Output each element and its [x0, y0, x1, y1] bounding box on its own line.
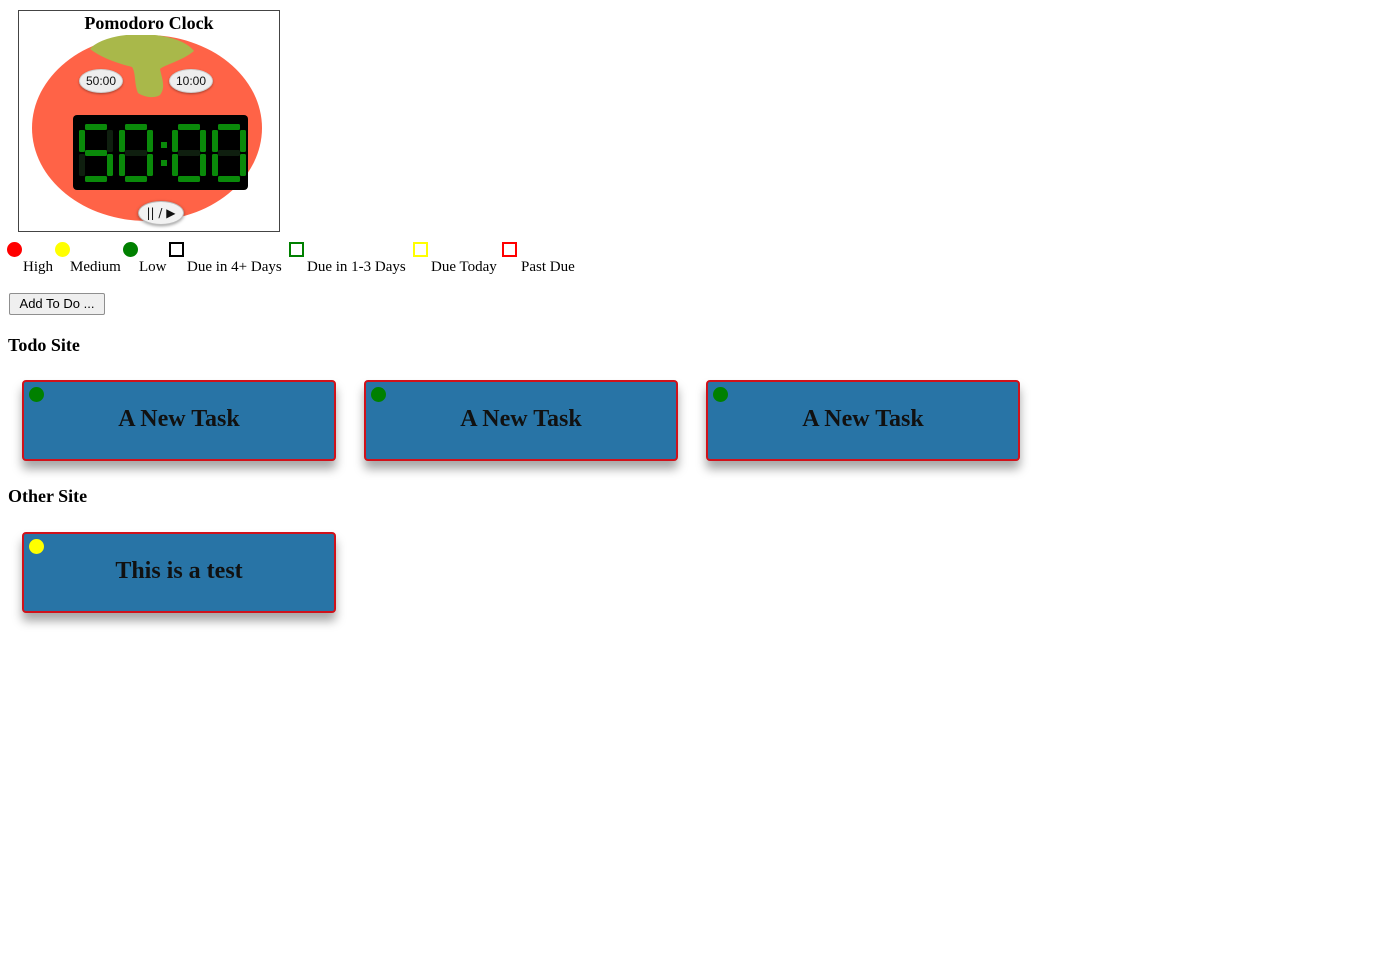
colon-dot: [161, 142, 167, 148]
digit-segment: [107, 154, 113, 176]
task-card[interactable]: A New Task: [364, 380, 678, 461]
digit-segment: [172, 130, 178, 152]
digit-segment: [218, 176, 240, 182]
digit-segment: [200, 154, 206, 176]
legend-label: Low: [139, 259, 167, 275]
legend-label: Medium: [70, 259, 121, 275]
digit-segment: [218, 124, 240, 130]
task-title: A New Task: [460, 406, 582, 432]
due-4plus-square-icon: [169, 242, 184, 257]
digit-segment: [119, 154, 125, 176]
low-priority-dot-icon: [123, 242, 138, 257]
legend-label: Due in 1-3 Days: [307, 259, 406, 275]
digit-segment: [178, 150, 200, 156]
play-pause-button[interactable]: || / ▶: [138, 201, 184, 225]
digit-segment: [212, 130, 218, 152]
digit-segment: [85, 150, 107, 156]
timer-display: [73, 115, 248, 190]
digit-segment: [85, 124, 107, 130]
high-priority-dot-icon: [7, 242, 22, 257]
task-card[interactable]: A New Task: [706, 380, 1020, 461]
digit-segment: [147, 130, 153, 152]
digit-segment: [119, 130, 125, 152]
task-card[interactable]: This is a test: [22, 532, 336, 613]
priority-dot-icon: [29, 539, 44, 554]
digit-segment: [85, 176, 107, 182]
digit-segment: [240, 154, 246, 176]
task-card[interactable]: A New Task: [22, 380, 336, 461]
preset-50-button[interactable]: 50:00: [79, 69, 123, 93]
priority-dot-icon: [371, 387, 386, 402]
legend-label: High: [23, 259, 53, 275]
digit-segment: [79, 130, 85, 152]
digit-segment: [212, 154, 218, 176]
due-1-3-square-icon: [289, 242, 304, 257]
digit-segment: [79, 154, 85, 176]
digit-segment: [125, 176, 147, 182]
priority-dot-icon: [29, 387, 44, 402]
digit-segment: [107, 130, 113, 152]
digit-segment: [200, 130, 206, 152]
group-title: Todo Site: [8, 335, 80, 355]
preset-10-button[interactable]: 10:00: [169, 69, 213, 93]
due-today-square-icon: [413, 242, 428, 257]
digit-segment: [125, 124, 147, 130]
digit-segment: [218, 150, 240, 156]
task-title: A New Task: [802, 406, 924, 432]
tomato-body: 50:00 10:00 || / ▶: [32, 35, 262, 225]
add-todo-button[interactable]: Add To Do ...: [9, 293, 105, 315]
legend-label: Due in 4+ Days: [187, 259, 282, 275]
pomodoro-title: Pomodoro Clock: [84, 13, 214, 33]
past-due-square-icon: [502, 242, 517, 257]
priority-legend: High Medium Low Due in 4+ Days Due in 1-…: [7, 240, 607, 280]
colon-dot: [161, 160, 167, 166]
legend-label: Due Today: [431, 259, 497, 275]
digit-segment: [178, 124, 200, 130]
priority-dot-icon: [713, 387, 728, 402]
digit-segment: [125, 150, 147, 156]
task-title: This is a test: [115, 558, 243, 584]
task-title: A New Task: [118, 406, 240, 432]
legend-label: Past Due: [521, 259, 575, 275]
digit-segment: [147, 154, 153, 176]
digit-segment: [172, 154, 178, 176]
pomodoro-clock: Pomodoro Clock 50:00 10:00 || / ▶: [18, 10, 280, 232]
medium-priority-dot-icon: [55, 242, 70, 257]
digit-segment: [240, 130, 246, 152]
digit-segment: [178, 176, 200, 182]
group-title: Other Site: [8, 486, 88, 506]
